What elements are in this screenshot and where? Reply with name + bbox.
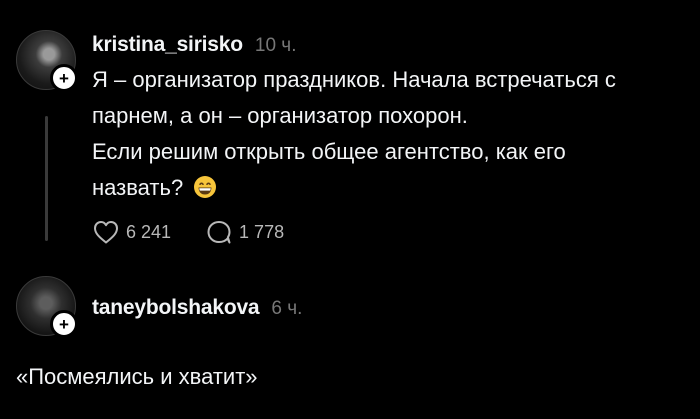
reply-author-avatar[interactable]: + — [16, 276, 78, 338]
comment-bubble-icon — [207, 221, 231, 244]
post-username[interactable]: kristina_sirisko — [92, 33, 243, 57]
thread-line — [45, 116, 48, 241]
follow-plus-icon[interactable]: + — [50, 64, 78, 92]
like-count: 6 241 — [126, 221, 172, 242]
like-button[interactable]: 6 241 — [92, 219, 171, 245]
reply-header: taneybolshakova 6 ч. — [92, 296, 302, 320]
post-header: kristina_sirisko 10 ч. — [92, 33, 296, 57]
reply-text: «Посмеялись и хватит» — [16, 364, 258, 389]
grinning-face-icon — [194, 176, 217, 198]
follow-plus-icon[interactable]: + — [50, 310, 78, 338]
comment-button[interactable]: 1 778 — [205, 219, 284, 245]
post-text-line: парнем, а он – организатор похорон. — [92, 103, 468, 128]
post-text-line: Если решим открыть общее агентство, как … — [92, 139, 566, 164]
post-author-avatar[interactable]: + — [16, 30, 78, 92]
post-text-line: назвать? — [92, 175, 184, 200]
reply-timestamp: 6 ч. — [271, 298, 303, 319]
post-timestamp: 10 ч. — [254, 35, 297, 56]
post-text: Я – организатор праздников. Начала встре… — [92, 62, 677, 206]
reply-username[interactable]: taneybolshakova — [92, 296, 260, 320]
reply-count: 1 778 — [239, 221, 285, 242]
heart-icon — [94, 221, 118, 244]
post-text-line: Я – организатор праздников. Начала встре… — [92, 67, 616, 92]
post-actions: 6 241 1 778 — [92, 219, 284, 245]
